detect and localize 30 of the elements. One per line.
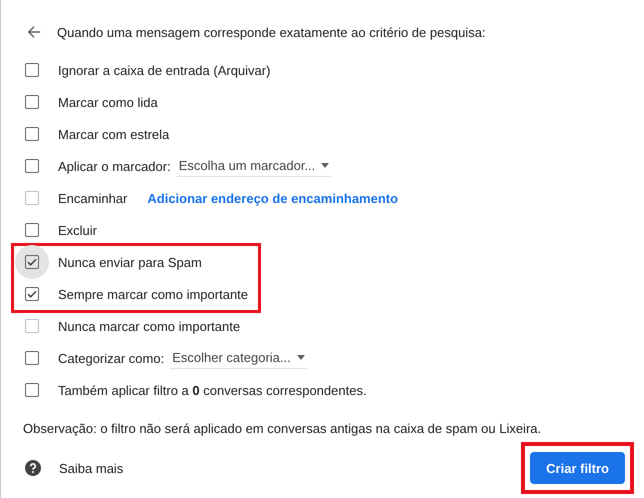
option-label: Categorizar como: — [58, 350, 164, 366]
checkbox[interactable] — [25, 255, 39, 269]
back-arrow-icon[interactable] — [27, 25, 41, 39]
option-label: Aplicar o marcador: — [58, 158, 171, 174]
checkbox[interactable] — [25, 127, 39, 141]
checkbox[interactable] — [25, 287, 39, 301]
option-label: Nunca enviar para Spam — [58, 254, 202, 270]
checkbox[interactable] — [25, 95, 39, 109]
option-label: Encaminhar — [58, 190, 128, 206]
option-label: Nunca marcar como importante — [58, 318, 240, 334]
option-label: Ignorar a caixa de entrada (Arquivar) — [58, 62, 270, 78]
create-filter-button[interactable]: Criar filtro — [530, 452, 625, 484]
checkbox[interactable] — [25, 351, 39, 365]
label-dropdown[interactable]: Escolher categoria... — [170, 347, 307, 369]
option-label: Marcar com estrela — [58, 126, 170, 142]
checkbox[interactable] — [25, 383, 39, 397]
learn-more-link[interactable]: Saiba mais — [59, 460, 124, 476]
option-label: Excluir — [58, 222, 98, 238]
option-label: Marcar como lida — [58, 94, 158, 110]
option-label: Sempre marcar como importante — [58, 286, 248, 302]
caret-icon — [321, 163, 330, 168]
label-dropdown[interactable]: Escolha um marcador... — [176, 155, 332, 177]
caret-icon — [296, 355, 305, 360]
checkbox[interactable] — [25, 159, 39, 173]
checkbox[interactable] — [25, 223, 39, 237]
help-icon[interactable] — [25, 460, 41, 476]
checkbox[interactable] — [25, 63, 39, 77]
criteria-heading: Quando uma mensagem corresponde exatamente ao critério de pesquisa: — [57, 24, 486, 40]
note-text: Observação: o filtro não será aplicado em conversas antigas na caixa de spam ou Lixeira. — [23, 421, 542, 436]
option-label: Também aplicar filtro a 0 conversas correspondentes. — [58, 382, 367, 398]
